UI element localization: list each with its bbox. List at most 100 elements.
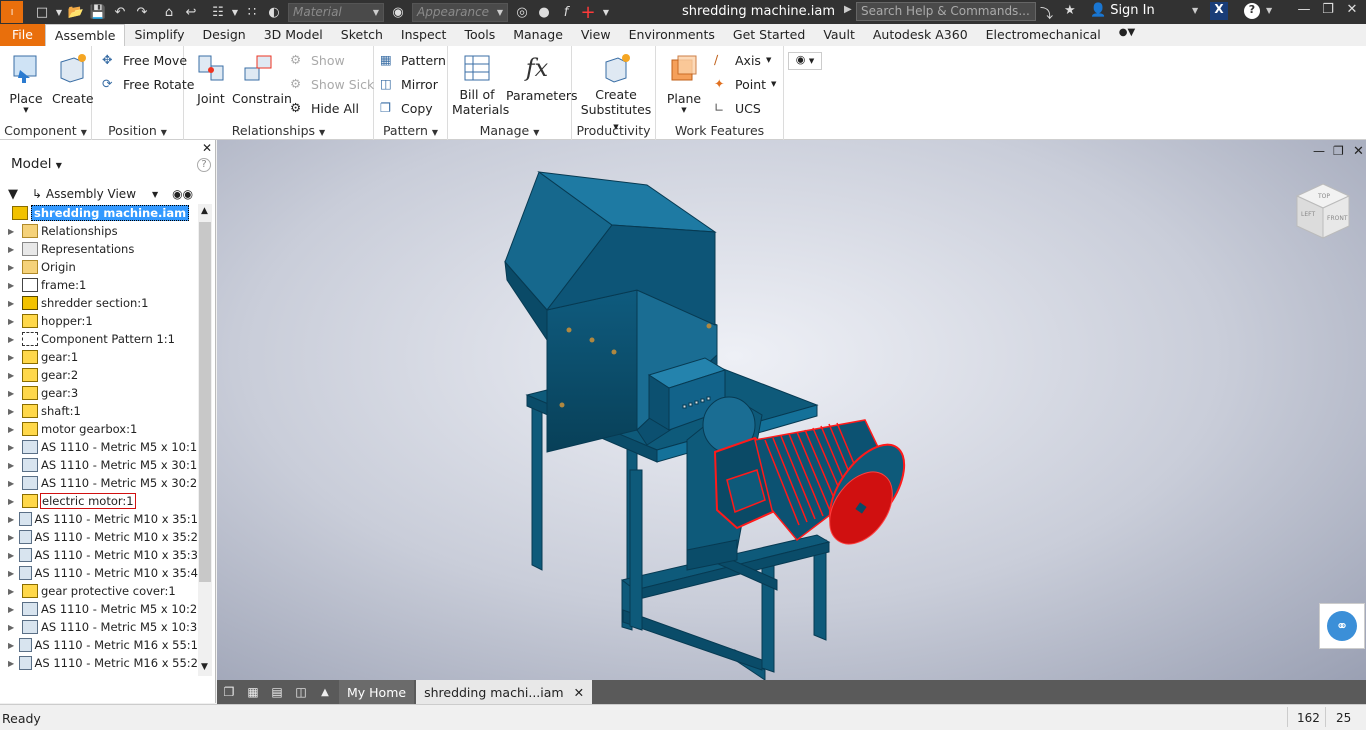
sign-in-button[interactable]: 👤 Sign In — [1090, 3, 1155, 18]
expand-icon[interactable]: ▶ — [8, 407, 22, 416]
restore-icon[interactable]: ❐ — [1316, 2, 1340, 22]
expand-icon[interactable]: ▶ — [8, 641, 19, 650]
scroll-down-icon[interactable]: ▼ — [201, 662, 208, 672]
redo-icon[interactable]: ↷ — [132, 2, 152, 22]
component-panel-title[interactable]: Component ▼ — [0, 123, 91, 138]
viewcube-front[interactable]: FRONT — [1327, 215, 1348, 222]
ribbon-display-toggle[interactable]: ●▼ — [1110, 24, 1144, 46]
pattern-panel-title[interactable]: Pattern ▼ — [374, 123, 447, 138]
tree-item[interactable]: ▶ gear:2 — [0, 366, 198, 384]
binoculars-icon[interactable]: ◉◉ — [172, 187, 193, 201]
tree-item[interactable]: ▶ frame:1 — [0, 276, 198, 294]
expand-icon[interactable]: ▶ — [8, 623, 22, 632]
tree-root[interactable]: shredding machine.iam — [0, 204, 198, 222]
tab-get-started[interactable]: Get Started — [724, 24, 814, 46]
parameters-button[interactable]: fx Parameters — [506, 52, 578, 103]
show-button[interactable]: ⚙ Show — [290, 50, 345, 70]
expand-icon[interactable]: ▶ — [8, 281, 22, 290]
tab-file[interactable]: File — [0, 24, 45, 46]
create-substitutes-button[interactable]: Create Substitutes ▼ — [578, 52, 654, 132]
create-button[interactable]: Create — [52, 52, 94, 106]
expand-icon[interactable]: ▶ — [8, 497, 22, 506]
tab-environments[interactable]: Environments — [620, 24, 724, 46]
cascade-icon[interactable]: ❐ — [217, 680, 241, 704]
select-icon[interactable]: ☷ — [208, 2, 228, 22]
chevron-down-icon[interactable]: ▼ — [1266, 6, 1272, 15]
appearance-icon[interactable]: ◉ — [388, 2, 408, 22]
tree-item[interactable]: ▶ hopper:1 — [0, 312, 198, 330]
expand-icon[interactable]: ▶ — [8, 533, 19, 542]
scroll-thumb[interactable] — [199, 222, 211, 582]
tab-simplify[interactable]: Simplify — [125, 24, 193, 46]
bill-of-materials-button[interactable]: Bill of Materials — [452, 52, 509, 117]
expand-icon[interactable]: ▶ — [8, 479, 22, 488]
customize-icon[interactable]: ▼ — [600, 2, 612, 22]
tree-item[interactable]: ▶ AS 1110 - Metric M5 x 10:2 — [0, 600, 198, 618]
viewcube-left[interactable]: LEFT — [1301, 211, 1315, 218]
add-icon[interactable]: + — [578, 2, 598, 23]
plane-button[interactable]: Plane ▼ — [662, 52, 706, 114]
shredding-machine-model[interactable] — [217, 140, 1366, 680]
star-icon[interactable]: ★ — [1064, 3, 1076, 18]
pattern-button[interactable]: ▦ Pattern — [380, 50, 446, 70]
show-sick-button[interactable]: ⚙ Show Sick — [290, 74, 374, 94]
tab-tools[interactable]: Tools — [455, 24, 504, 46]
constrain-button[interactable]: Constrain — [232, 52, 292, 106]
exchange-apps-icon[interactable]: X — [1210, 2, 1228, 20]
joint-button[interactable]: Joint — [192, 52, 230, 106]
expand-icon[interactable]: ▶ — [8, 587, 22, 596]
expand-icon[interactable]: ▶ — [8, 425, 22, 434]
expand-icon[interactable]: ▶ — [8, 299, 22, 308]
close-icon[interactable]: ✕ — [1340, 2, 1364, 22]
chevron-down-icon[interactable]: ▼ — [54, 2, 64, 22]
tab-design[interactable]: Design — [194, 24, 255, 46]
binoculars-icon[interactable]: ⤵ — [1040, 3, 1053, 22]
viewcube-top[interactable]: TOP — [1317, 193, 1330, 200]
expand-icon[interactable]: ▶ — [8, 353, 22, 362]
tab-autodesk-a360[interactable]: Autodesk A360 — [864, 24, 977, 46]
return-icon[interactable]: ↩ — [181, 2, 201, 22]
help-icon[interactable]: ? — [1244, 3, 1260, 19]
open-icon[interactable]: 📂 — [66, 2, 86, 22]
tab-vault[interactable]: Vault — [814, 24, 864, 46]
expand-icon[interactable]: ▶ — [8, 245, 22, 254]
close-icon[interactable]: ✕ — [202, 141, 212, 155]
tree-scrollbar[interactable]: ▲ ▼ — [198, 204, 212, 676]
tree-item[interactable]: ▶ Origin — [0, 258, 198, 276]
chevron-down-icon[interactable]: ▼ — [152, 190, 158, 199]
fx-icon[interactable]: f — [556, 2, 576, 22]
tree-item[interactable]: ▶ gear protective cover:1 — [0, 582, 198, 600]
tab-manage[interactable]: Manage — [504, 24, 572, 46]
tab-active-document[interactable]: shredding machi...iam ✕ — [416, 680, 593, 704]
close-icon[interactable]: ✕ — [574, 685, 584, 700]
tree-item[interactable]: ▶ motor gearbox:1 — [0, 420, 198, 438]
point-button[interactable]: ✦ Point ▼ — [714, 74, 776, 94]
tree-item[interactable]: ▶ AS 1110 - Metric M10 x 35:1 — [0, 510, 198, 528]
chevron-down-icon[interactable]: ▼ — [230, 2, 240, 22]
tile-icon[interactable]: ▦ — [241, 680, 265, 704]
ribbon-options-button[interactable]: ◉ ▼ — [788, 52, 822, 70]
adjust-icon[interactable]: ◎ — [512, 2, 532, 22]
tree-item[interactable]: ▶ AS 1110 - Metric M16 x 55:2 — [0, 654, 198, 672]
expand-icon[interactable]: ▶ — [8, 371, 22, 380]
save-icon[interactable]: 💾 — [88, 2, 108, 22]
tab-my-home[interactable]: My Home — [339, 680, 415, 704]
tree-item[interactable]: ▶ AS 1110 - Metric M10 x 35:4 — [0, 564, 198, 582]
mirror-button[interactable]: ◫ Mirror — [380, 74, 438, 94]
browser-header[interactable]: Model ▼ ? — [0, 156, 216, 178]
tree-item[interactable]: ▶ AS 1110 - Metric M10 x 35:3 — [0, 546, 198, 564]
copy-button[interactable]: ❐ Copy — [380, 98, 433, 118]
tree-item[interactable]: ▶ gear:3 — [0, 384, 198, 402]
clear-appearance-icon[interactable]: ● — [534, 2, 554, 22]
expand-icon[interactable]: ▶ — [8, 515, 19, 524]
manage-panel-title[interactable]: Manage ▼ — [448, 123, 571, 138]
expand-icon[interactable]: ▶ — [8, 569, 19, 578]
chevron-right-icon[interactable]: ▶ — [844, 4, 852, 15]
undo-icon[interactable]: ↶ — [110, 2, 130, 22]
scroll-up-icon[interactable]: ▲ — [201, 206, 208, 216]
tree-item[interactable]: ▶ shredder section:1 — [0, 294, 198, 312]
minimize-icon[interactable]: — — [1292, 2, 1316, 22]
tree-item[interactable]: ▶ AS 1110 - Metric M10 x 35:2 — [0, 528, 198, 546]
expand-icon[interactable]: ▶ — [8, 227, 22, 236]
filter-icon[interactable]: ▼ — [8, 187, 18, 202]
